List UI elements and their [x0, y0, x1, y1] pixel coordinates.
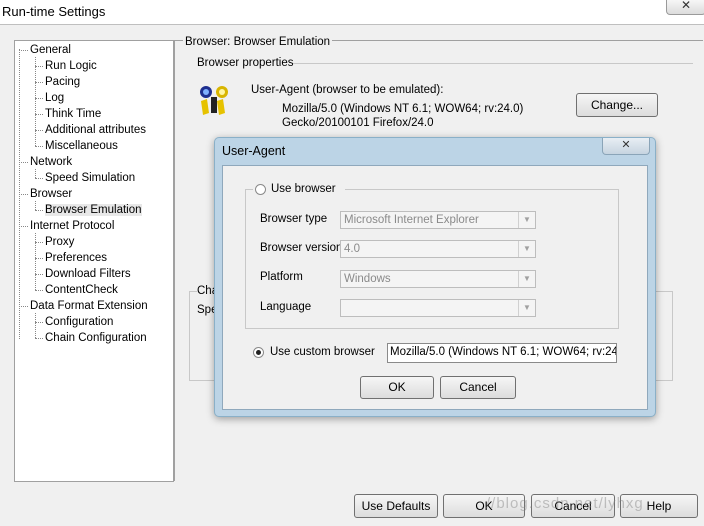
dialog-body: Use browser Browser type Microsoft Inter…: [222, 165, 648, 410]
custom-browser-input[interactable]: Mozilla/5.0 (Windows NT 6.1; WOW64; rv:2…: [387, 343, 617, 363]
tree-item-label: Proxy: [45, 236, 75, 248]
user-agent-label: User-Agent (browser to be emulated):: [251, 84, 444, 96]
tree-item-label: Pacing: [45, 76, 81, 88]
tree-item[interactable]: Internet Protocol: [30, 219, 114, 233]
tree-item[interactable]: Pacing: [45, 75, 80, 89]
platform-value: Windows: [344, 273, 391, 285]
close-icon: ✕: [621, 139, 631, 151]
browser-properties-label: Browser properties: [197, 57, 294, 69]
chevron-down-icon: ▼: [518, 271, 535, 287]
use-browser-label: Use browser: [271, 183, 336, 195]
tree-item-label: Data Format Extension: [30, 300, 148, 312]
watermark-text: //blog.csdn.net/lyhxg: [486, 495, 644, 512]
tree-item-label: Chain Configuration: [45, 332, 147, 344]
platform-label: Platform: [260, 271, 303, 283]
tree-item-label: Speed Simulation: [45, 172, 136, 184]
tree-item-label: Preferences: [45, 252, 108, 264]
tree-item-label: Browser: [30, 188, 73, 200]
tree-item[interactable]: Think Time: [45, 107, 101, 121]
tree-item[interactable]: Proxy: [45, 235, 74, 249]
use-browser-radio[interactable]: [255, 184, 266, 195]
tree-item[interactable]: Data Format Extension: [30, 299, 148, 313]
tree-item[interactable]: Speed Simulation: [45, 171, 135, 185]
browser-type-value: Microsoft Internet Explorer: [344, 214, 479, 226]
chevron-down-icon: ▼: [518, 300, 535, 316]
use-defaults-button[interactable]: Use Defaults: [354, 494, 438, 518]
language-label: Language: [260, 301, 312, 313]
tree-item[interactable]: Browser Emulation: [45, 203, 142, 217]
tree-item-label: ContentCheck: [45, 284, 118, 296]
use-custom-browser-radio[interactable]: [253, 347, 264, 358]
browser-emulation-icon: [197, 83, 231, 117]
change-button[interactable]: Change...: [576, 93, 658, 117]
dialog-cancel-button[interactable]: Cancel: [440, 376, 516, 399]
dialog-title: User-Agent: [222, 144, 286, 158]
platform-select[interactable]: Windows ▼: [340, 270, 536, 288]
tree-item-label: Internet Protocol: [30, 220, 115, 232]
browser-type-label: Browser type: [260, 213, 328, 225]
tree-item[interactable]: Download Filters: [45, 267, 131, 281]
chevron-down-icon: ▼: [518, 212, 535, 228]
browser-version-value: 4.0: [344, 243, 360, 255]
window-title: Run-time Settings: [2, 4, 106, 19]
browser-version-select[interactable]: 4.0 ▼: [340, 240, 536, 258]
tree-item-label: Run Logic: [45, 60, 97, 72]
tree-item-label: Configuration: [45, 316, 114, 328]
tree-item[interactable]: Log: [45, 91, 64, 105]
close-icon: ✕: [680, 0, 692, 12]
dialog-ok-button[interactable]: OK: [360, 376, 434, 399]
chevron-down-icon: ▼: [518, 241, 535, 257]
tree-item-label: General: [30, 44, 71, 56]
language-select[interactable]: ▼: [340, 299, 536, 317]
user-agent-dialog: User-Agent ✕ Use browser Browser type Mi…: [214, 137, 656, 417]
tree-item[interactable]: Preferences: [45, 251, 107, 265]
tree-item-label: Miscellaneous: [45, 140, 118, 152]
tree-item-label: Network: [30, 156, 73, 168]
tree-item-label: Think Time: [45, 108, 102, 120]
use-custom-browser-label: Use custom browser: [270, 346, 375, 358]
tree-item[interactable]: Network: [30, 155, 72, 169]
panel-heading: Browser: Browser Emulation: [183, 36, 333, 48]
tree-item[interactable]: ContentCheck: [45, 283, 118, 297]
tree-item[interactable]: Chain Configuration: [45, 331, 147, 345]
tree-item-label: Log: [45, 92, 65, 104]
tree-item[interactable]: Additional attributes: [45, 123, 146, 137]
tree-item[interactable]: Configuration: [45, 315, 113, 329]
tree-item[interactable]: General: [30, 43, 71, 57]
settings-tree[interactable]: General Run Logic Pacing Log Think Time Addit…: [14, 40, 174, 482]
tree-item[interactable]: Browser: [30, 187, 72, 201]
window-titlebar: Run-time Settings ✕: [0, 0, 704, 25]
tree-item-label: Additional attributes: [45, 124, 147, 136]
tree-item[interactable]: Miscellaneous: [45, 139, 118, 153]
tree-item-label: Browser Emulation: [45, 204, 142, 216]
user-agent-line-2: Gecko/20100101 Firefox/24.0: [282, 117, 434, 129]
window-close-button[interactable]: ✕: [666, 0, 704, 15]
browser-version-label: Browser version: [260, 242, 343, 254]
browser-type-select[interactable]: Microsoft Internet Explorer ▼: [340, 211, 536, 229]
dialog-close-button[interactable]: ✕: [602, 138, 650, 155]
tree-item[interactable]: Run Logic: [45, 59, 97, 73]
user-agent-line-1: Mozilla/5.0 (Windows NT 6.1; WOW64; rv:2…: [282, 103, 524, 115]
use-browser-option[interactable]: Use browser: [253, 182, 345, 196]
tree-item-label: Download Filters: [45, 268, 131, 280]
